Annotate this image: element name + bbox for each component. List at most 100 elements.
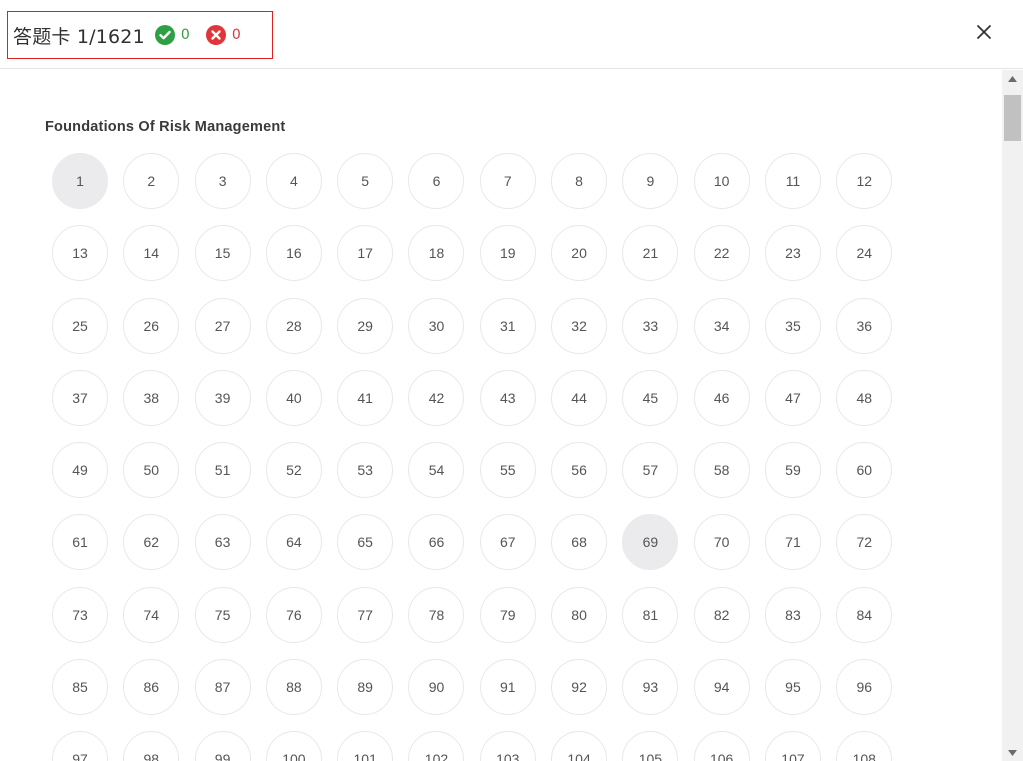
question-number-button[interactable]: 76	[265, 586, 322, 643]
question-number-button[interactable]: 7	[479, 153, 536, 209]
question-number-button[interactable]: 44	[551, 369, 608, 426]
question-number-button[interactable]: 31	[479, 297, 536, 354]
question-number-button[interactable]: 29	[337, 297, 394, 354]
question-number-button[interactable]: 103	[479, 731, 536, 761]
close-icon[interactable]	[976, 24, 992, 40]
question-number-button[interactable]: 26	[123, 297, 180, 354]
question-number-button[interactable]: 28	[265, 297, 322, 354]
question-number-button[interactable]: 102	[408, 731, 465, 761]
question-number-button[interactable]: 86	[123, 659, 180, 716]
question-number-button[interactable]: 41	[337, 369, 394, 426]
question-number-button[interactable]: 5	[337, 153, 394, 209]
question-number-button[interactable]: 35	[764, 297, 821, 354]
question-number-button[interactable]: 1	[52, 153, 108, 209]
question-number-button[interactable]: 8	[551, 153, 608, 209]
question-number-button[interactable]: 70	[693, 514, 750, 571]
question-number-button[interactable]: 105	[622, 731, 679, 761]
question-number-button[interactable]: 25	[52, 297, 108, 354]
question-number-button[interactable]: 56	[551, 442, 608, 499]
question-number-button[interactable]: 34	[693, 297, 750, 354]
question-number-button[interactable]: 2	[123, 153, 180, 209]
question-number-button[interactable]: 84	[836, 586, 893, 643]
question-number-button[interactable]: 10	[693, 153, 750, 209]
question-number-button[interactable]: 63	[194, 514, 251, 571]
question-number-button[interactable]: 91	[479, 659, 536, 716]
question-number-button[interactable]: 64	[265, 514, 322, 571]
question-number-button[interactable]: 101	[337, 731, 394, 761]
question-number-button[interactable]: 16	[265, 225, 322, 282]
question-number-button[interactable]: 59	[764, 442, 821, 499]
question-number-button[interactable]: 42	[408, 369, 465, 426]
question-number-button[interactable]: 69	[622, 514, 679, 571]
question-number-button[interactable]: 80	[551, 586, 608, 643]
question-number-button[interactable]: 21	[622, 225, 679, 282]
question-number-button[interactable]: 52	[265, 442, 322, 499]
question-number-button[interactable]: 93	[622, 659, 679, 716]
question-number-button[interactable]: 89	[337, 659, 394, 716]
question-number-button[interactable]: 19	[479, 225, 536, 282]
question-number-button[interactable]: 45	[622, 369, 679, 426]
question-number-button[interactable]: 108	[836, 731, 893, 761]
question-number-button[interactable]: 90	[408, 659, 465, 716]
question-number-button[interactable]: 88	[265, 659, 322, 716]
question-number-button[interactable]: 57	[622, 442, 679, 499]
question-number-button[interactable]: 24	[836, 225, 893, 282]
question-number-button[interactable]: 18	[408, 225, 465, 282]
question-number-button[interactable]: 61	[52, 514, 108, 571]
question-number-button[interactable]: 51	[194, 442, 251, 499]
question-number-button[interactable]: 43	[479, 369, 536, 426]
scrollbar-thumb[interactable]	[1004, 95, 1021, 141]
question-number-button[interactable]: 92	[551, 659, 608, 716]
question-number-button[interactable]: 60	[836, 442, 893, 499]
question-number-button[interactable]: 15	[194, 225, 251, 282]
question-number-button[interactable]: 50	[123, 442, 180, 499]
question-number-button[interactable]: 27	[194, 297, 251, 354]
question-number-button[interactable]: 99	[194, 731, 251, 761]
question-number-button[interactable]: 47	[764, 369, 821, 426]
question-number-button[interactable]: 4	[265, 153, 322, 209]
question-number-button[interactable]: 106	[693, 731, 750, 761]
question-number-button[interactable]: 49	[52, 442, 108, 499]
question-number-button[interactable]: 30	[408, 297, 465, 354]
question-number-button[interactable]: 77	[337, 586, 394, 643]
question-number-button[interactable]: 98	[123, 731, 180, 761]
question-number-button[interactable]: 9	[622, 153, 679, 209]
question-number-button[interactable]: 11	[764, 153, 821, 209]
question-number-button[interactable]: 23	[764, 225, 821, 282]
question-number-button[interactable]: 22	[693, 225, 750, 282]
scroll-up-button[interactable]	[1002, 70, 1023, 87]
question-number-button[interactable]: 20	[551, 225, 608, 282]
close-button[interactable]	[972, 20, 996, 44]
question-number-button[interactable]: 33	[622, 297, 679, 354]
question-number-button[interactable]: 62	[123, 514, 180, 571]
question-number-button[interactable]: 14	[123, 225, 180, 282]
question-number-button[interactable]: 48	[836, 369, 893, 426]
question-number-button[interactable]: 79	[479, 586, 536, 643]
question-number-button[interactable]: 55	[479, 442, 536, 499]
question-number-button[interactable]: 37	[52, 369, 108, 426]
question-number-button[interactable]: 67	[479, 514, 536, 571]
question-number-button[interactable]: 66	[408, 514, 465, 571]
question-number-button[interactable]: 87	[194, 659, 251, 716]
question-number-button[interactable]: 100	[265, 731, 322, 761]
question-number-button[interactable]: 53	[337, 442, 394, 499]
question-number-button[interactable]: 73	[52, 586, 108, 643]
question-number-button[interactable]: 58	[693, 442, 750, 499]
question-number-button[interactable]: 97	[52, 731, 108, 761]
question-number-button[interactable]: 32	[551, 297, 608, 354]
question-number-button[interactable]: 95	[764, 659, 821, 716]
question-number-button[interactable]: 13	[52, 225, 108, 282]
question-number-button[interactable]: 46	[693, 369, 750, 426]
question-number-button[interactable]: 65	[337, 514, 394, 571]
question-number-button[interactable]: 78	[408, 586, 465, 643]
question-number-button[interactable]: 96	[836, 659, 893, 716]
question-number-button[interactable]: 6	[408, 153, 465, 209]
question-number-button[interactable]: 82	[693, 586, 750, 643]
question-number-button[interactable]: 75	[194, 586, 251, 643]
question-number-button[interactable]: 12	[836, 153, 893, 209]
question-number-button[interactable]: 107	[764, 731, 821, 761]
question-number-button[interactable]: 81	[622, 586, 679, 643]
question-number-button[interactable]: 17	[337, 225, 394, 282]
question-number-button[interactable]: 40	[265, 369, 322, 426]
question-number-button[interactable]: 72	[836, 514, 893, 571]
